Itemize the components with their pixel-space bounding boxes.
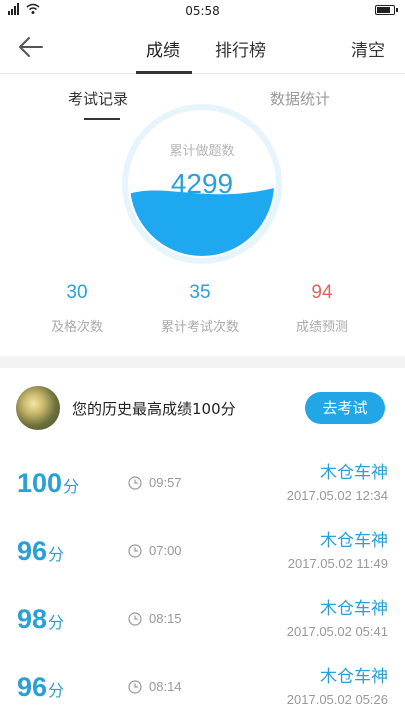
record-score-unit: 分 <box>48 683 65 700</box>
tab-ranking[interactable]: 排行榜 <box>215 36 266 61</box>
record-score: 98分 <box>17 604 64 635</box>
record-score-unit: 分 <box>48 547 65 564</box>
record-date: 2017.05.02 05:41 <box>286 624 388 639</box>
take-exam-button[interactable]: 去考试 <box>305 392 385 424</box>
stat-label: 成绩预测 <box>295 320 348 335</box>
record-score-unit: 分 <box>63 479 80 496</box>
record-date: 2017.05.02 11:49 <box>287 556 388 571</box>
stat-value: 94 <box>311 282 333 303</box>
stat-exam-count: 35 累计考试次数 <box>140 282 260 335</box>
clock-icon <box>128 680 142 694</box>
stat-value: 30 <box>66 282 88 303</box>
battery-fill <box>377 7 390 13</box>
stat-label: 累计考试次数 <box>160 320 239 335</box>
gauge-value: 4299 <box>170 168 234 199</box>
record-score-unit: 分 <box>48 615 65 632</box>
record-date: 2017.05.02 05:26 <box>286 692 388 707</box>
subtab-exam-records[interactable]: 考试记录 <box>68 88 128 109</box>
section-divider <box>0 356 405 368</box>
clock-icon <box>128 612 142 626</box>
stat-score-prediction: 94 成绩预测 <box>262 282 382 335</box>
record-username: 木仓车神 <box>320 463 388 483</box>
signal-icon <box>8 3 19 15</box>
status-time: 05:58 <box>185 4 220 18</box>
stat-pass-count: 30 及格次数 <box>17 282 137 335</box>
clear-button[interactable]: 清空 <box>351 36 385 61</box>
record-row[interactable]: 98分 08:15 木仓车神 2017.05.02 05:41 <box>0 592 405 658</box>
record-row[interactable]: 100分 09:57 木仓车神 2017.05.02 12:34 <box>0 456 405 522</box>
avatar[interactable] <box>16 386 60 430</box>
record-duration: 08:14 <box>149 679 182 694</box>
record-date: 2017.05.02 12:34 <box>286 488 388 503</box>
record-row[interactable]: 96分 08:14 木仓车神 2017.05.02 05:26 <box>0 660 405 720</box>
best-score-text: 您的历史最高成绩100分 <box>72 400 236 418</box>
back-arrow-icon <box>19 37 43 57</box>
best-score-row: 您的历史最高成绩100分 去考试 <box>0 368 405 446</box>
status-left <box>8 3 40 15</box>
stat-value: 35 <box>189 282 211 303</box>
record-score-value: 100 <box>17 468 63 498</box>
tab-score[interactable]: 成绩 <box>146 36 180 61</box>
stat-label: 及格次数 <box>50 320 103 335</box>
total-questions-gauge: 累计做题数 4299 <box>122 104 282 264</box>
battery-icon <box>375 5 398 15</box>
subtab-indicator <box>84 118 120 120</box>
record-duration: 09:57 <box>149 475 182 490</box>
top-nav: 成绩 排行榜 清空 <box>0 22 405 74</box>
record-score-value: 96 <box>17 672 48 702</box>
gauge-caption: 累计做题数 <box>169 144 235 159</box>
record-duration: 08:15 <box>149 611 182 626</box>
record-username: 木仓车神 <box>320 599 388 619</box>
record-score-value: 96 <box>17 536 48 566</box>
status-bar: 05:58 <box>0 0 405 22</box>
record-username: 木仓车神 <box>320 667 388 687</box>
record-row[interactable]: 96分 07:00 木仓车神 2017.05.02 11:49 <box>0 524 405 590</box>
record-username: 木仓车神 <box>320 531 388 551</box>
record-score: 96分 <box>17 536 64 567</box>
record-score: 96分 <box>17 672 64 703</box>
record-duration: 07:00 <box>149 543 182 558</box>
record-score-value: 98 <box>17 604 48 634</box>
clock-icon <box>128 544 142 558</box>
clock-icon <box>128 476 142 490</box>
wifi-icon <box>26 3 40 14</box>
back-button[interactable] <box>16 34 52 62</box>
record-score: 100分 <box>17 468 79 499</box>
